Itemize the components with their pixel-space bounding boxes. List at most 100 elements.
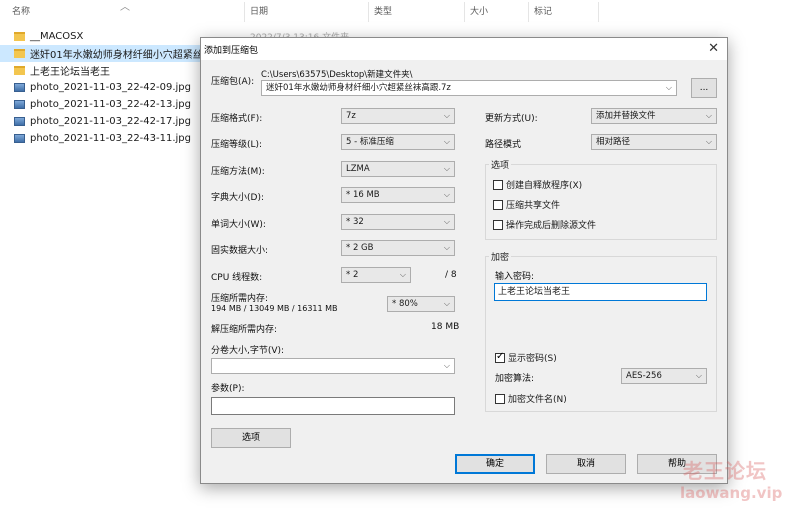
cancel-button[interactable]: 取消 <box>546 454 626 474</box>
dict-select[interactable]: * 16 MB ⌵ <box>341 187 455 203</box>
method-label: 压缩方法(M): <box>211 167 265 177</box>
file-row-selected[interactable]: 迷奸01年水嫩幼师身材纤细小穴超紧丝袜 <box>0 45 200 62</box>
column-divider[interactable] <box>598 2 599 22</box>
chevron-down-icon: ⌵ <box>443 164 450 173</box>
checkbox-icon <box>493 179 503 190</box>
method-value: LZMA <box>346 164 370 174</box>
file-name: __MACOSX <box>30 31 84 42</box>
file-name: photo_2021-11-03_22-43-11.jpg <box>30 133 192 144</box>
dict-value: * 16 MB <box>346 190 380 200</box>
encrypt-names-checkbox[interactable]: 加密文件名(N) <box>495 392 567 405</box>
delete-after-checkbox[interactable]: 操作完成后删除源文件 <box>493 218 596 231</box>
archive-name: 迷奸01年水嫩幼师身材纤细小穴超紧丝袜高跟.7z <box>266 83 451 93</box>
sfx-label: 创建自释放程序(X) <box>506 181 583 191</box>
decomp-label: 解压缩所需内存: <box>211 325 278 335</box>
checkbox-icon <box>495 393 505 404</box>
update-value: 添加并替换文件 <box>596 111 656 121</box>
params-label: 参数(P): <box>211 384 245 394</box>
image-file-icon <box>14 134 25 143</box>
sort-up-icon: ︿ <box>120 2 130 13</box>
folder-icon <box>14 32 25 41</box>
file-name: 迷奸01年水嫩幼师身材纤细小穴超紧丝袜 <box>30 50 200 61</box>
options-group-title: 选项 <box>489 158 512 171</box>
solid-select[interactable]: * 2 GB ⌵ <box>341 240 455 256</box>
column-type[interactable]: 类型 <box>368 0 464 24</box>
level-label: 压缩等级(L): <box>211 140 263 150</box>
word-select[interactable]: * 32 ⌵ <box>341 214 455 230</box>
method-select[interactable]: LZMA ⌵ <box>341 161 455 177</box>
file-name: 上老王论坛当老王 <box>30 67 110 78</box>
checkbox-checked-icon <box>495 351 505 363</box>
file-name: photo_2021-11-03_22-42-13.jpg <box>30 99 192 110</box>
show-password-checkbox[interactable]: 显示密码(S) <box>495 351 557 364</box>
browse-button[interactable]: ... <box>691 78 717 98</box>
cpu-value: * 2 <box>346 270 359 280</box>
solid-value: * 2 GB <box>346 243 374 253</box>
watermark-url: laowang.vip <box>680 484 783 502</box>
show-password-label: 显示密码(S) <box>508 354 557 364</box>
chevron-down-icon: ⌵ <box>705 137 712 146</box>
options-button[interactable]: 选项 <box>211 428 291 448</box>
chevron-down-icon: ⌵ <box>443 217 450 226</box>
mem-select[interactable]: * 80% ⌵ <box>387 296 455 312</box>
level-value: 5 - 标准压缩 <box>346 137 394 147</box>
archive-label: 压缩包(A): <box>211 77 255 87</box>
update-label: 更新方式(U): <box>485 114 538 124</box>
mem-label: 压缩所需内存: <box>211 294 269 304</box>
encryption-group-title: 加密 <box>489 250 512 263</box>
word-label: 单词大小(W): <box>211 220 266 230</box>
chevron-down-icon: ⌵ <box>443 299 450 308</box>
update-select[interactable]: 添加并替换文件 ⌵ <box>591 108 717 124</box>
file-name: photo_2021-11-03_22-42-09.jpg <box>30 82 192 93</box>
word-value: * 32 <box>346 217 364 227</box>
column-tags[interactable]: 标记 <box>528 0 598 24</box>
path-mode-value: 相对路径 <box>596 137 631 147</box>
format-label: 压缩格式(F): <box>211 114 263 124</box>
chevron-down-icon: ⌵ <box>399 270 406 279</box>
image-file-icon <box>14 117 25 126</box>
chevron-down-icon: ⌵ <box>705 111 712 120</box>
enc-method-value: AES-256 <box>626 371 662 381</box>
shared-files-label: 压缩共享文件 <box>506 201 561 211</box>
split-label: 分卷大小,字节(V): <box>211 346 285 356</box>
params-input[interactable] <box>211 397 455 415</box>
chevron-down-icon: ⌵ <box>443 361 450 370</box>
password-input[interactable]: 上老王论坛当老王 <box>494 283 707 301</box>
solid-label: 固实数据大小: <box>211 246 269 256</box>
split-select[interactable]: ⌵ <box>211 358 455 374</box>
cpu-label: CPU 线程数: <box>211 273 263 283</box>
image-file-icon <box>14 83 25 92</box>
archive-name-combo[interactable]: 迷奸01年水嫩幼师身材纤细小穴超紧丝袜高跟.7z ⌵ <box>261 80 677 96</box>
file-name: photo_2021-11-03_22-42-17.jpg <box>30 116 192 127</box>
close-icon[interactable]: ✕ <box>708 41 719 56</box>
enc-method-label: 加密算法: <box>495 374 535 384</box>
watermark-text: 老王论坛 <box>683 459 767 483</box>
chevron-down-icon: ⌵ <box>443 190 450 199</box>
image-file-icon <box>14 100 25 109</box>
password-label: 输入密码: <box>495 272 535 282</box>
ok-button[interactable]: 确定 <box>455 454 535 474</box>
enc-method-select[interactable]: AES-256 ⌵ <box>621 368 707 384</box>
level-select[interactable]: 5 - 标准压缩 ⌵ <box>341 134 455 150</box>
path-mode-select[interactable]: 相对路径 ⌵ <box>591 134 717 150</box>
shared-files-checkbox[interactable]: 压缩共享文件 <box>493 198 560 211</box>
column-date[interactable]: 日期 <box>244 0 368 24</box>
dialog-title: 添加到压缩包 <box>204 46 259 56</box>
decomp-value: 18 MB <box>431 322 460 332</box>
folder-icon <box>14 66 25 75</box>
mem-detail: 194 MB / 13049 MB / 16311 MB <box>211 304 338 313</box>
format-value: 7z <box>346 111 356 121</box>
format-select[interactable]: 7z ⌵ <box>341 108 455 124</box>
checkbox-icon <box>493 199 503 210</box>
column-size[interactable]: 大小 <box>464 0 528 24</box>
folder-icon <box>14 49 25 58</box>
chevron-down-icon: ⌵ <box>695 371 702 380</box>
sfx-checkbox[interactable]: 创建自释放程序(X) <box>493 178 582 191</box>
dialog-titlebar[interactable]: 添加到压缩包 ✕ <box>201 38 727 60</box>
chevron-down-icon: ⌵ <box>443 137 450 146</box>
chevron-down-icon: ⌵ <box>443 243 450 252</box>
cpu-select[interactable]: * 2 ⌵ <box>341 267 411 283</box>
cpu-total: / 8 <box>445 270 457 280</box>
mem-value: * 80% <box>392 299 418 309</box>
chevron-down-icon: ⌵ <box>443 111 450 120</box>
